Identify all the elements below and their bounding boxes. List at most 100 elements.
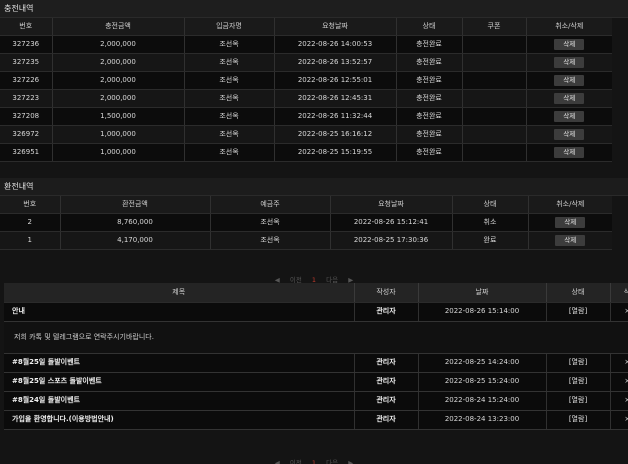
delete-button[interactable]: 삭제 bbox=[554, 129, 585, 140]
notice-row[interactable]: 가입을 환영합니다.(이용방법안내) 관리자 2022-08-24 13:23:… bbox=[4, 410, 628, 430]
notice-row[interactable]: #8월25일 돌발이벤트 관리자 2022-08-25 14:24:00 [열람… bbox=[4, 353, 628, 373]
delete-button[interactable]: 삭제 bbox=[554, 57, 585, 68]
notice-author: 관리자 bbox=[354, 302, 419, 322]
charge-coupon bbox=[462, 89, 527, 108]
charge-depositor: 조선옥 bbox=[184, 125, 275, 144]
delete-button[interactable]: 삭제 bbox=[554, 147, 585, 158]
charge-row: 327236 2,000,000 조선옥 2022-08-26 14:00:53 충전완… bbox=[0, 35, 612, 54]
charge-depositor: 조선옥 bbox=[184, 143, 275, 162]
notice-title[interactable]: #8월24일 돌발이벤트 bbox=[4, 391, 355, 411]
col-id: 번호 bbox=[0, 18, 53, 36]
charge-status: 충전완료 bbox=[396, 125, 463, 144]
notice-header-row: 제목 작성자 날짜 상태 삭 bbox=[4, 283, 628, 303]
charge-action-cell: 삭제 bbox=[526, 71, 612, 90]
charge-header-row: 번호 충전금액 입금자명 요청날짜 상태 쿠폰 취소/삭제 bbox=[0, 18, 612, 36]
charge-row: 327226 2,000,000 조선옥 2022-08-26 12:55:01 충전완… bbox=[0, 71, 612, 90]
next-arrow-icon[interactable]: ▶ bbox=[348, 459, 353, 464]
notice-date: 2022-08-24 15:24:00 bbox=[418, 391, 547, 411]
col-status: 상태 bbox=[396, 18, 463, 36]
notice-row[interactable]: 안내 관리자 2022-08-26 15:14:00 [열람] × bbox=[4, 302, 628, 322]
notice-delete-icon[interactable]: × bbox=[610, 391, 628, 411]
charge-date: 2022-08-26 11:32:44 bbox=[274, 107, 397, 126]
delete-button[interactable]: 삭제 bbox=[555, 217, 586, 228]
charge-id: 327208 bbox=[0, 107, 53, 126]
exchange-holder: 조선옥 bbox=[210, 213, 331, 232]
col-action: 취소/삭제 bbox=[528, 196, 612, 214]
charge-amount: 2,000,000 bbox=[52, 71, 185, 90]
charge-depositor: 조선옥 bbox=[184, 53, 275, 72]
charge-id: 327226 bbox=[0, 71, 53, 90]
col-status: 상태 bbox=[546, 283, 611, 303]
charge-status: 충전완료 bbox=[396, 35, 463, 54]
charge-history-title: 충전내역 bbox=[0, 0, 628, 18]
charge-date: 2022-08-26 12:55:01 bbox=[274, 71, 397, 90]
notice-title[interactable]: 가입을 환영합니다.(이용방법안내) bbox=[4, 410, 355, 430]
charge-amount: 1,500,000 bbox=[52, 107, 185, 126]
exchange-date: 2022-08-26 15:12:41 bbox=[330, 213, 453, 232]
notice-status[interactable]: [열람] bbox=[546, 410, 611, 430]
charge-coupon bbox=[462, 53, 527, 72]
charge-depositor: 조선옥 bbox=[184, 35, 275, 54]
notice-expanded-content: 저희 카톡 및 텔레그램으로 연락주시기바랍니다. bbox=[4, 321, 628, 354]
delete-button[interactable]: 삭제 bbox=[554, 75, 585, 86]
charge-row: 327223 2,000,000 조선옥 2022-08-26 12:45:31 충전완… bbox=[0, 89, 612, 108]
notice-delete-icon[interactable]: × bbox=[610, 372, 628, 392]
next-page-link[interactable]: 다음 bbox=[326, 459, 338, 464]
exchange-amount: 8,760,000 bbox=[60, 213, 211, 232]
charge-row: 327208 1,500,000 조선옥 2022-08-26 11:32:44 충전완… bbox=[0, 107, 612, 126]
charge-date: 2022-08-26 13:52:57 bbox=[274, 53, 397, 72]
charge-action-cell: 삭제 bbox=[526, 35, 612, 54]
notice-row[interactable]: #8월25일 스포츠 돌발이벤트 관리자 2022-08-25 15:24:00… bbox=[4, 372, 628, 392]
notice-body-text: 저희 카톡 및 텔레그램으로 연락주시기바랍니다. bbox=[4, 321, 628, 354]
exchange-amount: 4,170,000 bbox=[60, 231, 211, 250]
delete-button[interactable]: 삭제 bbox=[554, 39, 585, 50]
charge-amount: 2,000,000 bbox=[52, 89, 185, 108]
delete-button[interactable]: 삭제 bbox=[554, 111, 585, 122]
notice-author: 관리자 bbox=[354, 353, 419, 373]
charge-date: 2022-08-25 15:19:55 bbox=[274, 143, 397, 162]
charge-action-cell: 삭제 bbox=[526, 89, 612, 108]
charge-coupon bbox=[462, 71, 527, 90]
col-author: 작성자 bbox=[354, 283, 419, 303]
charge-id: 327223 bbox=[0, 89, 53, 108]
delete-button[interactable]: 삭제 bbox=[554, 93, 585, 104]
charge-coupon bbox=[462, 143, 527, 162]
charge-id: 326951 bbox=[0, 143, 53, 162]
notice-title[interactable]: 안내 bbox=[4, 302, 355, 322]
prev-arrow-icon[interactable]: ◀ bbox=[275, 459, 280, 464]
col-delete: 삭 bbox=[610, 283, 628, 303]
current-page[interactable]: 1 bbox=[312, 459, 316, 464]
col-action: 취소/삭제 bbox=[526, 18, 612, 36]
exchange-row: 2 8,760,000 조선옥 2022-08-26 15:12:41 취소 삭제 bbox=[0, 213, 612, 232]
notice-delete-icon[interactable]: × bbox=[610, 410, 628, 430]
col-depositor: 입금자명 bbox=[184, 18, 275, 36]
charge-coupon bbox=[462, 125, 527, 144]
col-date: 요청날짜 bbox=[274, 18, 397, 36]
notice-table: 제목 작성자 날짜 상태 삭 안내 관리자 2022-08-26 15:14:0… bbox=[4, 283, 628, 430]
charge-coupon bbox=[462, 107, 527, 126]
charge-status: 충전완료 bbox=[396, 89, 463, 108]
notice-delete-icon[interactable]: × bbox=[610, 302, 628, 322]
charge-status: 충전완료 bbox=[396, 107, 463, 126]
charge-status: 충전완료 bbox=[396, 71, 463, 90]
notice-status[interactable]: [열람] bbox=[546, 372, 611, 392]
notice-row[interactable]: #8월24일 돌발이벤트 관리자 2022-08-24 15:24:00 [열람… bbox=[4, 391, 628, 411]
exchange-row: 1 4,170,000 조선옥 2022-08-25 17:30:36 완료 삭제 bbox=[0, 231, 612, 250]
charge-amount: 1,000,000 bbox=[52, 125, 185, 144]
prev-page-link[interactable]: 이전 bbox=[290, 459, 302, 464]
exchange-status: 완료 bbox=[452, 231, 529, 250]
notice-status[interactable]: [열람] bbox=[546, 302, 611, 322]
notice-delete-icon[interactable]: × bbox=[610, 353, 628, 373]
col-date: 날짜 bbox=[418, 283, 547, 303]
charge-depositor: 조선옥 bbox=[184, 107, 275, 126]
notice-title[interactable]: #8월25일 스포츠 돌발이벤트 bbox=[4, 372, 355, 392]
exchange-id: 1 bbox=[0, 231, 61, 250]
col-amount: 환전금액 bbox=[60, 196, 211, 214]
delete-button[interactable]: 삭제 bbox=[555, 235, 586, 246]
col-amount: 충전금액 bbox=[52, 18, 185, 36]
notice-status[interactable]: [열람] bbox=[546, 353, 611, 373]
notice-status[interactable]: [열람] bbox=[546, 391, 611, 411]
notice-title[interactable]: #8월25일 돌발이벤트 bbox=[4, 353, 355, 373]
charge-row: 327235 2,000,000 조선옥 2022-08-26 13:52:57 충전완… bbox=[0, 53, 612, 72]
charge-coupon bbox=[462, 35, 527, 54]
